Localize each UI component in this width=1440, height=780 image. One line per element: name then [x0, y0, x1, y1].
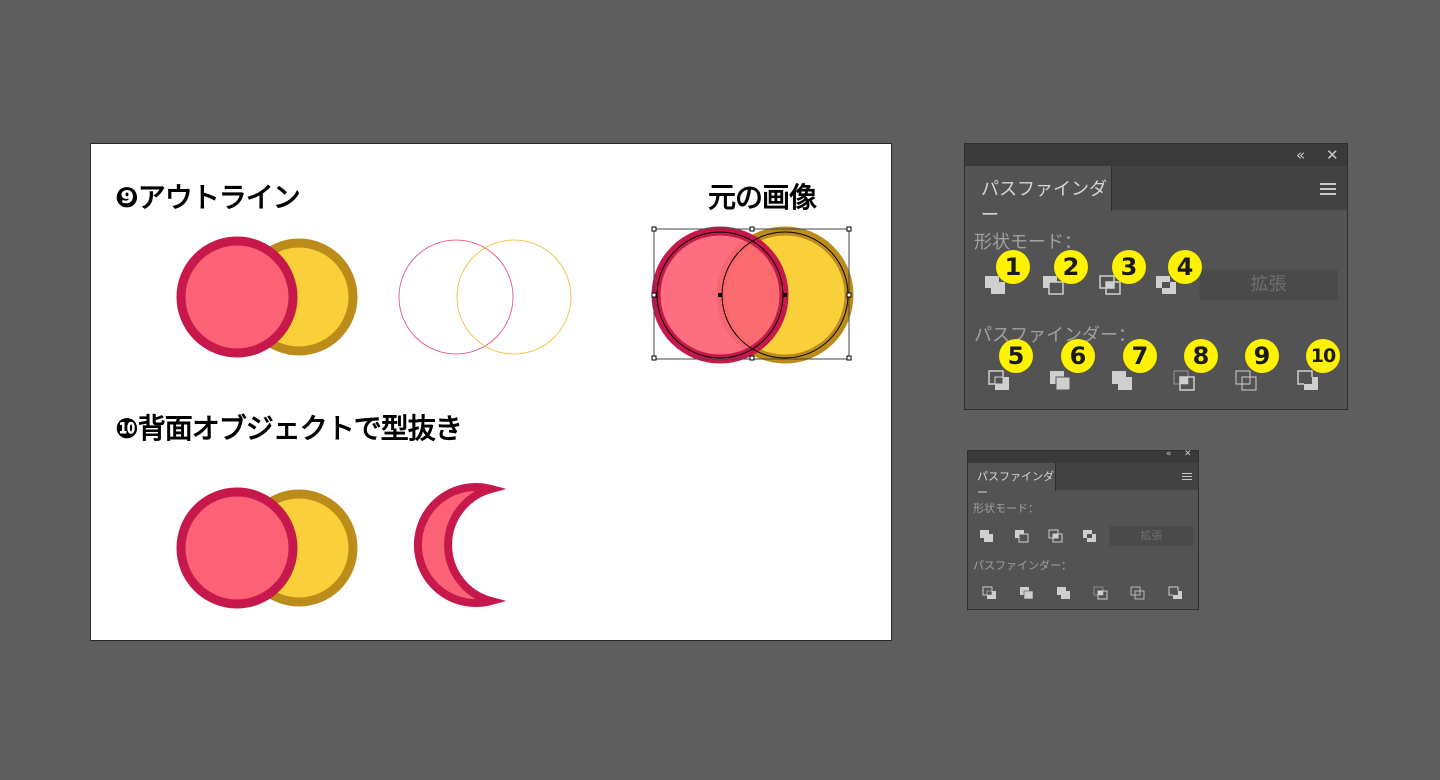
heading-outline: ❾アウトライン — [115, 181, 301, 214]
shape-modes-label: 形状モード： — [973, 502, 1039, 515]
trim-button[interactable] — [1019, 586, 1035, 601]
badge-trim: 6 — [1061, 339, 1095, 373]
badge-crop: 8 — [1184, 339, 1218, 373]
heading-minus-back: ❿背面オブジェクトで型抜き — [115, 412, 463, 445]
close-icon[interactable]: ✕ — [1326, 146, 1339, 164]
hamburger-menu-icon[interactable] — [1320, 183, 1336, 198]
badge-unite: 1 — [996, 250, 1030, 284]
artboard-artwork — [176, 226, 854, 609]
panel-tab-row: パスファインダー — [968, 463, 1198, 499]
expand-button[interactable]: 拡張 — [1109, 526, 1194, 546]
merge-button[interactable] — [1056, 586, 1072, 601]
outline-button[interactable] — [1234, 369, 1260, 393]
expand-button[interactable]: 拡張 — [1199, 269, 1338, 301]
pathfinders-label: パスファインダー： — [974, 325, 1136, 346]
crop-button[interactable] — [1172, 369, 1198, 393]
collapse-icon[interactable]: « — [1296, 146, 1305, 164]
badge-intersect: 3 — [1112, 250, 1146, 284]
badge-merge: 7 — [1123, 339, 1157, 373]
minus-back-button[interactable] — [1168, 586, 1184, 601]
pathfinder-panel-small: « ✕ パスファインダー 形状モード： パスファインダー： 拡張 — [967, 449, 1199, 610]
badge-minus-back: 10 — [1306, 339, 1340, 373]
artboard: ❾アウトライン 元の画像 ❿背面オブジェクトで型抜き — [90, 143, 892, 641]
divide-button[interactable] — [982, 586, 998, 601]
intersect-button[interactable] — [1048, 529, 1064, 543]
merge-button[interactable] — [1110, 369, 1136, 393]
tab-pathfinder[interactable]: パスファインダー — [965, 166, 1112, 226]
pathfinders-label: パスファインダー： — [973, 559, 1072, 572]
minus-back-button[interactable] — [1296, 369, 1322, 393]
badge-divide: 5 — [999, 339, 1033, 373]
panel-tab-row: パスファインダー — [965, 166, 1347, 226]
panel-titlebar[interactable]: « ✕ — [968, 449, 1198, 463]
minus-front-button[interactable] — [1014, 529, 1030, 543]
minus-back-example-red-circle — [176, 487, 298, 609]
unite-button[interactable] — [979, 529, 995, 543]
exclude-button[interactable] — [1082, 529, 1098, 543]
outline-example-red-circle — [176, 236, 298, 358]
outline-button[interactable] — [1130, 586, 1146, 601]
pathfinder-panel-large: « ✕ パスファインダー 形状モード： パスファインダー： 拡張 1 2 3 4 — [964, 143, 1348, 410]
hamburger-menu-icon[interactable] — [1182, 473, 1192, 482]
panel-titlebar[interactable]: « ✕ — [965, 144, 1347, 166]
minus-back-result-crescent — [413, 483, 507, 607]
outline-result-yellow-circle — [456, 239, 572, 355]
trim-button[interactable] — [1048, 369, 1074, 393]
badge-minus-front: 2 — [1054, 250, 1088, 284]
collapse-icon[interactable]: « — [1166, 449, 1172, 459]
badge-exclude: 4 — [1168, 250, 1202, 284]
close-icon[interactable]: ✕ — [1184, 449, 1192, 459]
outline-result-red-circle — [398, 239, 514, 355]
heading-original-image: 元の画像 — [708, 181, 817, 214]
divide-button[interactable] — [987, 369, 1013, 393]
crop-button[interactable] — [1093, 586, 1109, 601]
badge-outline: 9 — [1245, 339, 1279, 373]
tab-pathfinder[interactable]: パスファインダー — [968, 463, 1056, 499]
